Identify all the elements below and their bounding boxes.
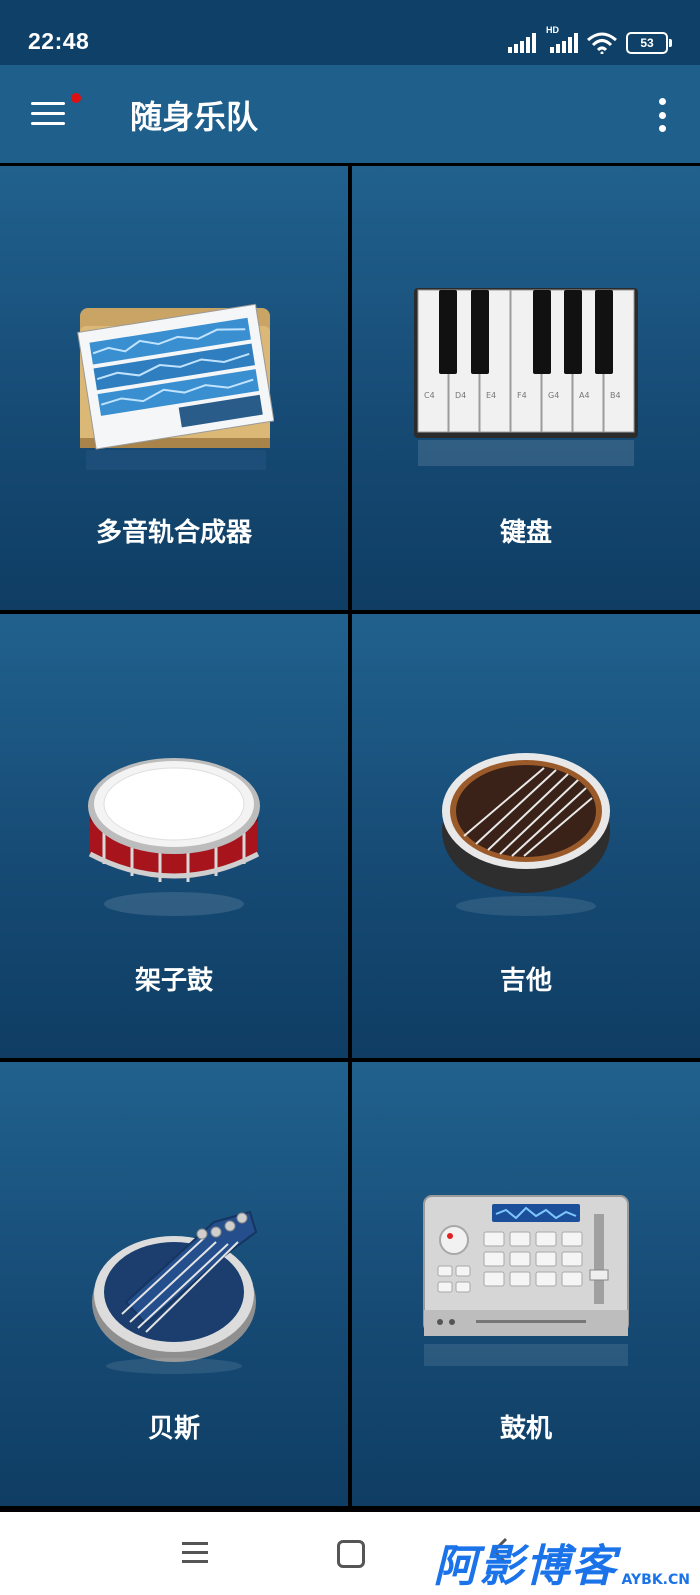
more-options-button[interactable]: [657, 98, 667, 132]
app-title: 随身乐队: [130, 98, 259, 136]
signal-icon: [508, 33, 536, 53]
key-label: D4: [455, 391, 466, 400]
key-label: B4: [610, 391, 621, 400]
piano-keyboard-icon: C4 D4 E4 F4 G4 A4 B4: [414, 288, 638, 466]
snare-drum-icon: [88, 758, 260, 916]
tile-guitar[interactable]: 吉他: [352, 614, 700, 1058]
wifi-icon: [587, 32, 617, 54]
signal-hd-icon: HD: [546, 25, 578, 53]
tile-label: 键盘: [499, 518, 552, 548]
status-icons: HD 53: [508, 25, 672, 54]
menu-button[interactable]: [31, 93, 81, 130]
key-label: C4: [424, 391, 435, 400]
more-vertical-icon: [658, 98, 666, 105]
bass-icon: [92, 1210, 258, 1374]
tile-keyboard[interactable]: C4 D4 E4 F4 G4 A4 B4 键盘: [352, 166, 700, 610]
status-bar: 22:48 HD 53: [0, 0, 700, 65]
menu-icon: [31, 102, 65, 105]
watermark-text: 阿影博客: [433, 1541, 618, 1592]
tile-label: 架子鼓: [134, 966, 213, 996]
tile-label: 鼓机: [499, 1414, 552, 1444]
key-label: G4: [548, 391, 559, 400]
key-label: A4: [579, 391, 590, 400]
menu-lines-icon: [182, 1542, 208, 1545]
app-bar: 随身乐队: [0, 65, 700, 163]
watermark: 阿影博客 AYBK.CN: [434, 1530, 690, 1594]
tile-label: 吉他: [499, 966, 552, 996]
key-label: F4: [517, 391, 527, 400]
battery-icon: 53: [626, 32, 672, 54]
tile-label: 多音轨合成器: [95, 518, 252, 548]
multitrack-sequencer-icon: [77, 303, 274, 470]
recent-apps-button[interactable]: [182, 1542, 208, 1564]
status-time: 22:48: [28, 28, 90, 54]
home-button[interactable]: [337, 1540, 365, 1568]
guitar-icon: [442, 753, 610, 916]
tile-bass[interactable]: 贝斯: [0, 1062, 348, 1506]
notification-dot: [71, 93, 81, 103]
key-label: E4: [486, 391, 496, 400]
tile-multitrack-sequencer[interactable]: 多音轨合成器: [0, 166, 348, 610]
tile-drum-machine[interactable]: 鼓机: [352, 1062, 700, 1506]
system-navigation-bar: 阿影博客 AYBK.CN: [0, 1512, 700, 1595]
watermark-domain: AYBK.CN: [621, 1572, 690, 1588]
tile-drum-kit[interactable]: 架子鼓: [0, 614, 348, 1058]
tile-label: 贝斯: [147, 1414, 200, 1444]
drum-machine-icon: [423, 1195, 629, 1366]
instrument-grid: 多音轨合成器 C4 D4 E4 F4 G4 A4 B4 键盘 架子鼓 吉他 贝斯…: [0, 166, 700, 1510]
